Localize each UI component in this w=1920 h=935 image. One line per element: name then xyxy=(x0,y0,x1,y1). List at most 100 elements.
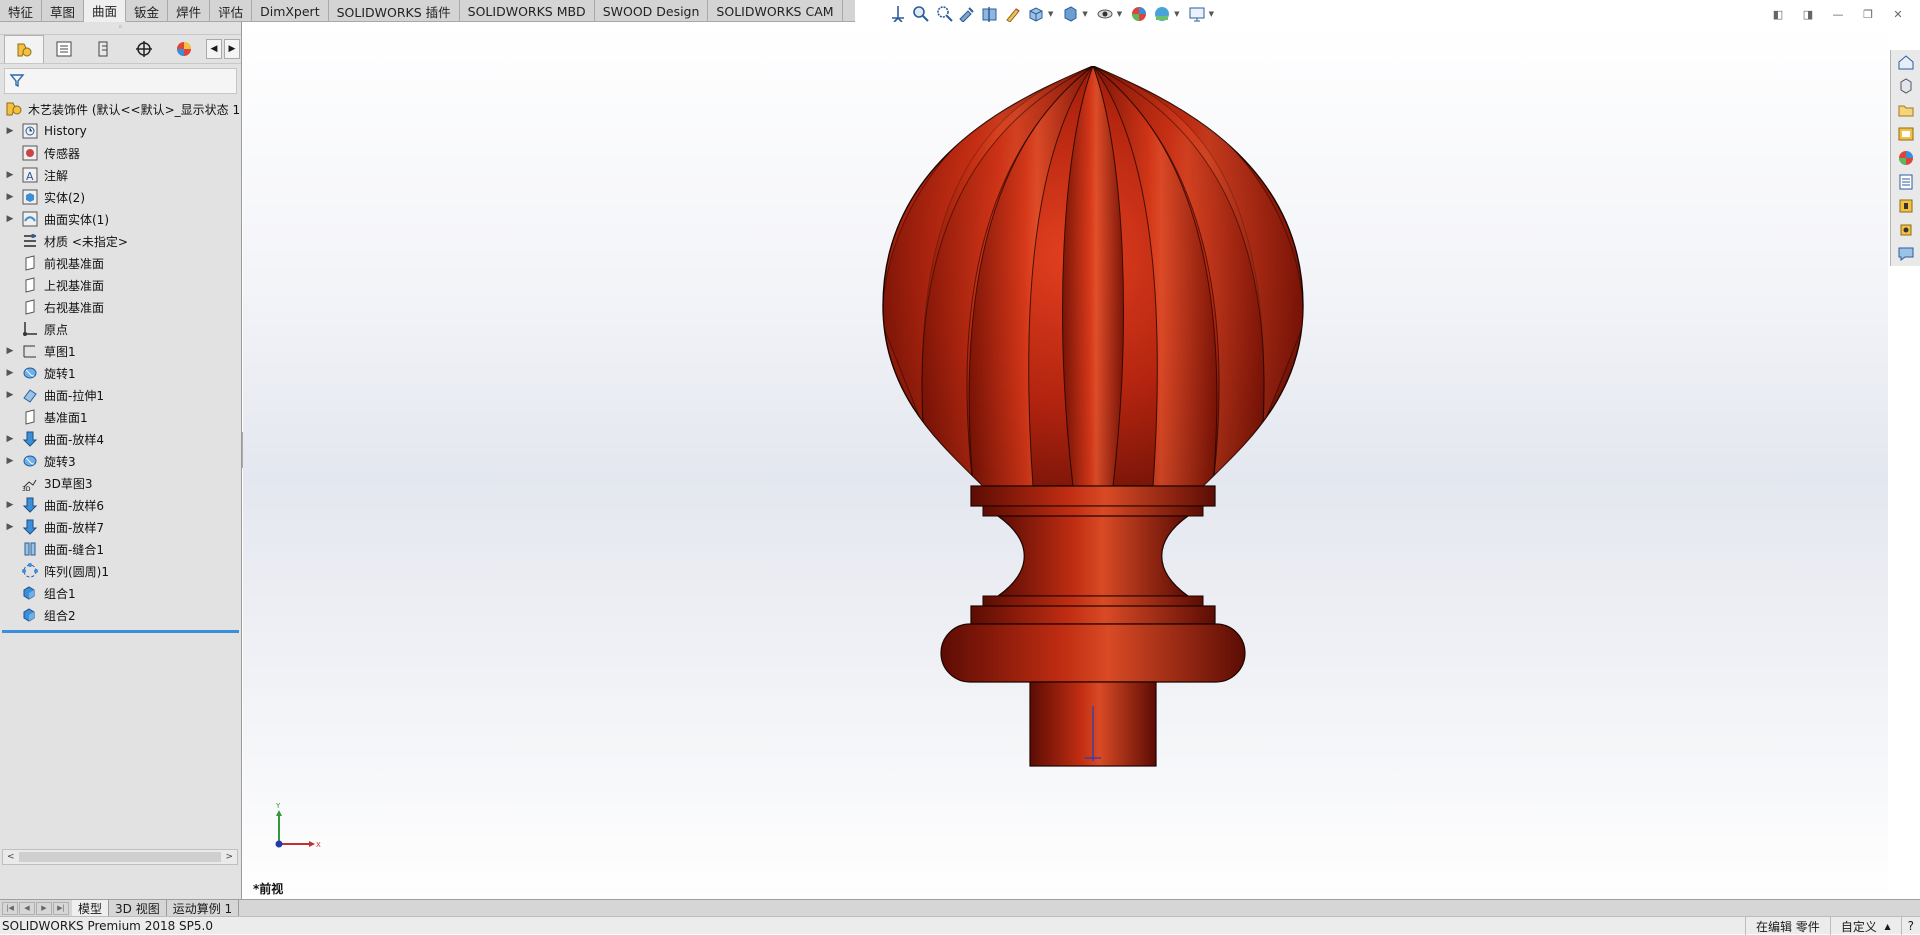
tree-item[interactable]: 3D 3D草图3 xyxy=(0,472,241,494)
command-tab[interactable]: SWOOD Design xyxy=(595,0,709,22)
minimize-icon[interactable]: — xyxy=(1830,6,1846,22)
scroll-right-icon[interactable]: > xyxy=(225,852,233,862)
chevron-down-icon[interactable]: ▼ xyxy=(1209,10,1214,18)
tab-scroll-left-icon[interactable]: ◀ xyxy=(206,39,222,59)
command-tab[interactable]: 钣金 xyxy=(126,0,169,22)
tree-item[interactable]: ▶ 曲面-放样6 xyxy=(0,494,241,516)
toolbox-icon[interactable] xyxy=(1895,220,1917,240)
tree-item[interactable]: 基准面1 xyxy=(0,406,241,428)
restore-icon[interactable]: ❐ xyxy=(1860,6,1876,22)
tree-item[interactable]: ▶ 实体(2) xyxy=(0,186,241,208)
dimxpert-manager-tab-icon[interactable] xyxy=(124,35,164,63)
command-tab[interactable]: DimXpert xyxy=(252,0,329,22)
rollback-bar[interactable] xyxy=(2,630,239,633)
tree-item[interactable]: 传感器 xyxy=(0,142,241,164)
feature-manager-tab-icon[interactable] xyxy=(4,35,44,63)
tree-item[interactable]: ▶ 曲面实体(1) xyxy=(0,208,241,230)
tree-item[interactable]: ▶ 草图1 xyxy=(0,340,241,362)
first-tab-icon[interactable]: |◀ xyxy=(2,901,18,915)
tree-item[interactable]: ▶ 旋转1 xyxy=(0,362,241,384)
tree-item[interactable]: ▶ 曲面-放样7 xyxy=(0,516,241,538)
unit-system[interactable]: 自定义 ▲ xyxy=(1829,917,1901,935)
command-tab[interactable]: SOLIDWORKS CAM xyxy=(708,0,843,22)
tree-item[interactable]: 材质 <未指定> xyxy=(0,230,241,252)
command-tab[interactable]: 曲面 xyxy=(84,0,127,22)
command-tab[interactable]: 评估 xyxy=(210,0,253,22)
bottom-tab[interactable]: 3D 视图 xyxy=(109,899,167,917)
expand-arrow-icon[interactable]: ▶ xyxy=(0,522,20,532)
command-tab[interactable]: 焊件 xyxy=(168,0,211,22)
tree-item[interactable]: ▶ 曲面-放样4 xyxy=(0,428,241,450)
graphics-area[interactable]: Y X *前视 xyxy=(243,22,1888,899)
expand-arrow-icon[interactable]: ▶ xyxy=(0,170,20,180)
tree-item[interactable]: ▶ 旋转3 xyxy=(0,450,241,472)
command-tab[interactable]: 特征 xyxy=(0,0,43,22)
command-tab[interactable]: SOLIDWORKS MBD xyxy=(460,0,595,22)
next-tab-icon[interactable]: ▶ xyxy=(36,901,52,915)
tree-filter[interactable] xyxy=(4,68,237,94)
file-explorer-icon[interactable] xyxy=(1895,100,1917,120)
bottom-tab[interactable]: 模型 xyxy=(72,899,110,917)
expand-arrow-icon[interactable]: ▶ xyxy=(0,214,20,224)
tree-item[interactable]: 上视基准面 xyxy=(0,274,241,296)
chevron-down-icon[interactable]: ▼ xyxy=(1082,10,1087,18)
chevron-down-icon[interactable]: ▼ xyxy=(1048,10,1053,18)
design-library-icon[interactable] xyxy=(1895,76,1917,96)
chevron-down-icon[interactable]: ▼ xyxy=(1117,10,1122,18)
tree-item[interactable]: 组合2 xyxy=(0,604,241,626)
expand-arrow-icon[interactable]: ▶ xyxy=(0,368,20,378)
display-manager-tab-icon[interactable] xyxy=(164,35,204,63)
close-icon[interactable]: ✕ xyxy=(1890,6,1906,22)
expand-arrow-icon[interactable]: ▶ xyxy=(0,456,20,466)
origin-icon xyxy=(20,320,40,338)
status-bar: SOLIDWORKS Premium 2018 SP5.0 在编辑 零件 自定义… xyxy=(0,916,1920,935)
tree-root-part[interactable]: 木艺装饰件 (默认<<默认>_显示状态 1 xyxy=(0,98,241,120)
tree-item[interactable]: 曲面-缝合1 xyxy=(0,538,241,560)
command-tab[interactable]: 草图 xyxy=(42,0,85,22)
tab-scroll-right-icon[interactable]: ▶ xyxy=(224,39,240,59)
tree-item-label: 曲面-放样6 xyxy=(44,498,104,513)
product-version: SOLIDWORKS Premium 2018 SP5.0 xyxy=(2,918,213,933)
tree-item-label: 曲面实体(1) xyxy=(44,212,109,227)
expand-arrow-icon[interactable]: ▶ xyxy=(0,390,20,400)
solidworks-resources-icon[interactable] xyxy=(1895,52,1917,72)
tree-item-label: 右视基准面 xyxy=(44,300,105,315)
tab-navigation: |◀ ◀ ▶ ▶| xyxy=(0,901,72,915)
tile-right-icon[interactable]: ◨ xyxy=(1800,6,1816,22)
prev-tab-icon[interactable]: ◀ xyxy=(19,901,35,915)
tree-item[interactable]: 右视基准面 xyxy=(0,296,241,318)
panel-grip[interactable]: ◦ xyxy=(0,22,241,34)
solidworks-forum-icon[interactable] xyxy=(1895,196,1917,216)
expand-arrow-icon[interactable]: ▶ xyxy=(0,192,20,202)
tree-item[interactable]: 组合1 xyxy=(0,582,241,604)
expand-arrow-icon[interactable]: ▶ xyxy=(0,346,20,356)
tree-item[interactable]: ▶ 曲面-拉伸1 xyxy=(0,384,241,406)
tile-left-icon[interactable]: ◧ xyxy=(1770,6,1786,22)
bottom-tab[interactable]: 运动算例 1 xyxy=(167,899,240,917)
quick-tips-icon[interactable]: ? xyxy=(1900,917,1920,935)
tree-item[interactable]: 原点 xyxy=(0,318,241,340)
appearances-scenes-icon[interactable] xyxy=(1895,148,1917,168)
custom-properties-icon[interactable] xyxy=(1895,172,1917,192)
wooden-finial-model xyxy=(882,66,1304,767)
tree-item[interactable]: 前视基准面 xyxy=(0,252,241,274)
expand-arrow-icon[interactable]: ▶ xyxy=(0,500,20,510)
command-tab[interactable]: SOLIDWORKS 插件 xyxy=(329,0,460,22)
tree-item[interactable]: 阵列(圆周)1 xyxy=(0,560,241,582)
expand-arrow-icon[interactable]: ▶ xyxy=(0,434,20,444)
view-palette-icon[interactable] xyxy=(1895,124,1917,144)
combine-icon xyxy=(20,584,40,602)
scroll-left-icon[interactable]: < xyxy=(7,852,15,862)
last-tab-icon[interactable]: ▶| xyxy=(53,901,69,915)
tree-item[interactable]: ▶ History xyxy=(0,120,241,142)
tree-item[interactable]: ▶ A 注解 xyxy=(0,164,241,186)
property-manager-tab-icon[interactable] xyxy=(44,35,84,63)
panel-horizontal-scrollbar[interactable]: < > xyxy=(2,849,238,865)
expand-arrow-icon[interactable]: ▶ xyxy=(0,126,20,136)
chevron-down-icon[interactable]: ▼ xyxy=(1174,10,1179,18)
comments-icon[interactable] xyxy=(1895,244,1917,264)
filter-icon[interactable] xyxy=(9,72,25,91)
configuration-manager-tab-icon[interactable] xyxy=(84,35,124,63)
svg-text:3D: 3D xyxy=(22,486,31,492)
scrollbar-thumb[interactable] xyxy=(19,852,221,862)
